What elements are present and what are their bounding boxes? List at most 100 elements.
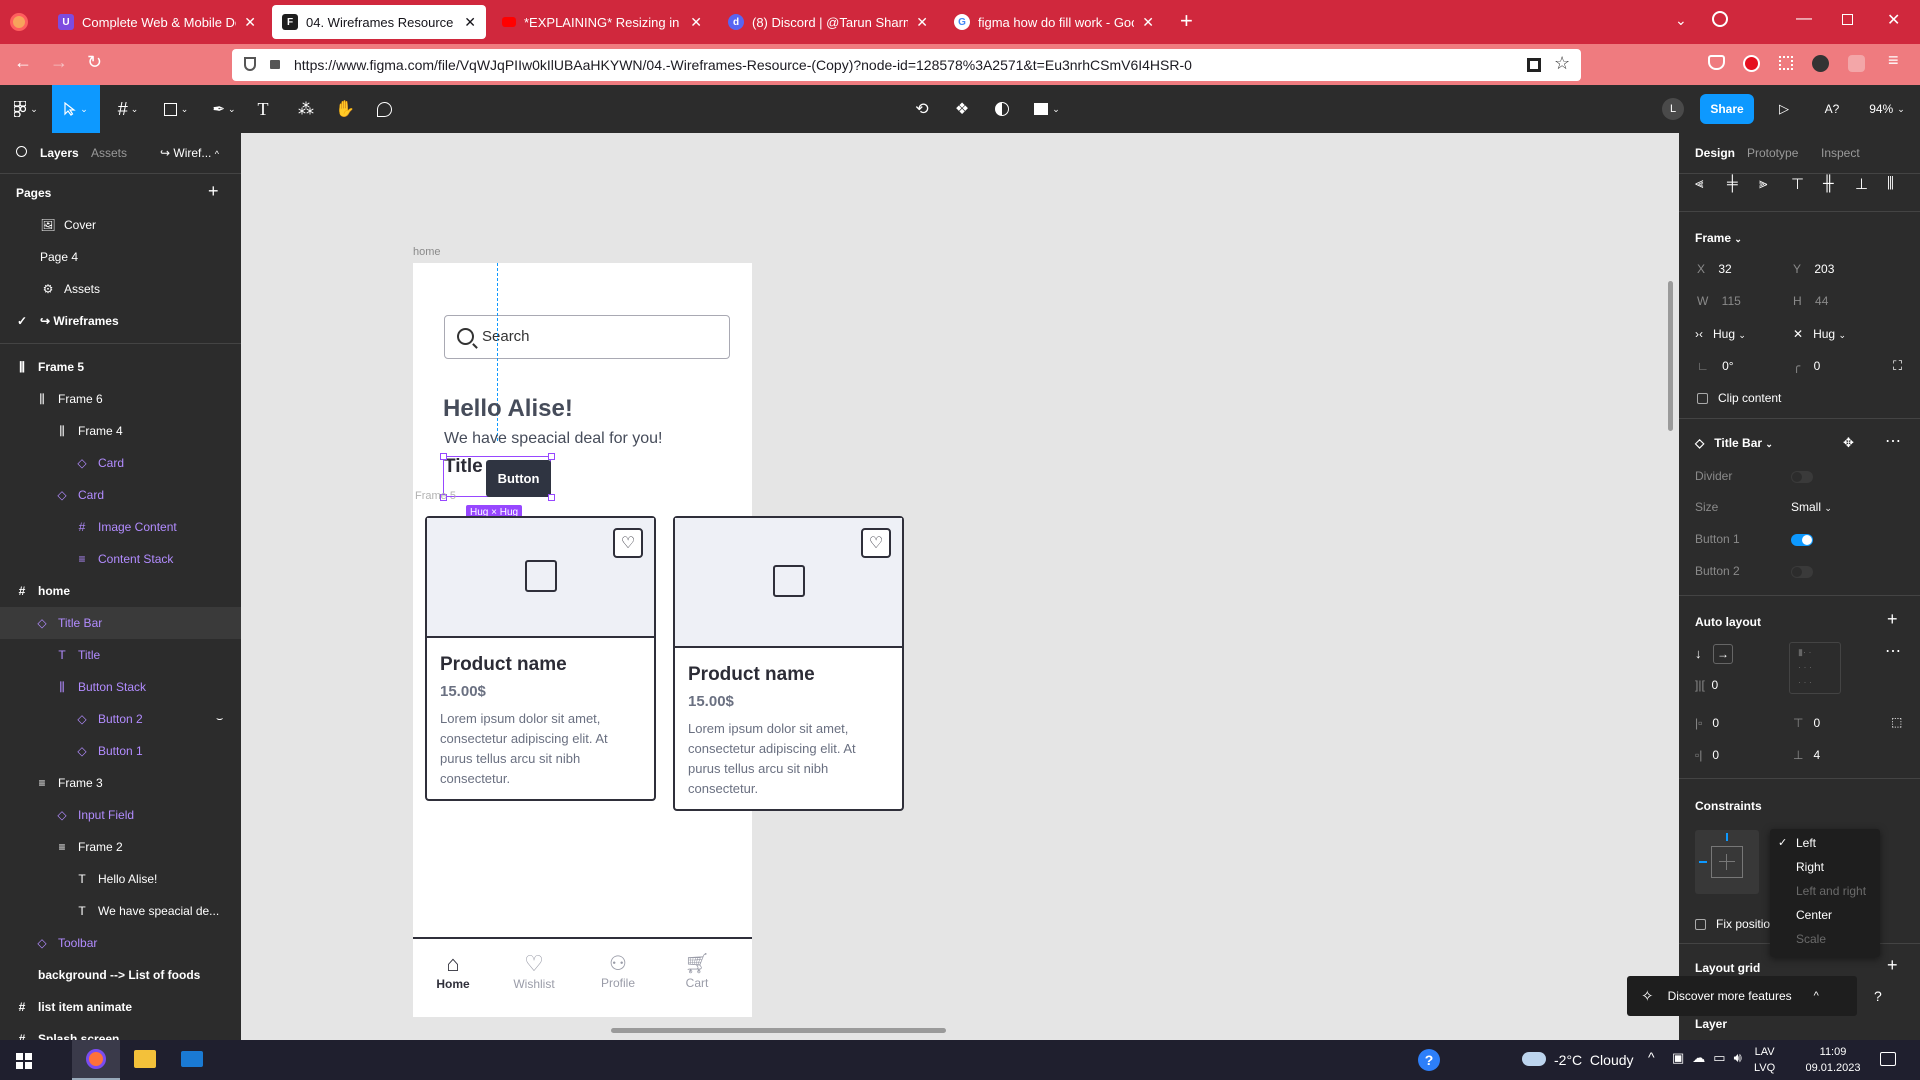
nav-wishlist[interactable]: ♡ Wishlist <box>509 951 559 991</box>
resize-handle[interactable] <box>548 494 555 501</box>
edit-component-icon[interactable]: ⟲ <box>910 85 934 133</box>
direction-vertical-icon[interactable]: ↓ <box>1695 646 1702 661</box>
help-app-icon[interactable]: ? <box>1418 1049 1440 1071</box>
layer-row[interactable]: T We have speacial de... <box>0 895 241 927</box>
close-tab-icon[interactable]: ✕ <box>916 14 928 31</box>
browser-tab[interactable]: d (8) Discord | @Tarun Sharma ✕ <box>718 5 938 39</box>
weather-text[interactable]: -2°C Cloudy <box>1554 1052 1634 1068</box>
close-tab-icon[interactable]: ✕ <box>244 14 256 31</box>
wishlist-heart-icon[interactable]: ♡ <box>613 528 643 558</box>
w-field[interactable]: W 115 <box>1697 294 1741 308</box>
help-button[interactable]: A? <box>1820 85 1844 133</box>
layer-row[interactable]: ◇ Button 2 ⌣ <box>0 703 241 735</box>
horizontal-resizing-select[interactable]: ›‹ Hug ⌄ <box>1695 327 1746 341</box>
clock[interactable]: 11:09 09.01.2023 <box>1798 1044 1868 1076</box>
layer-row[interactable]: # Splash screen <box>0 1023 241 1040</box>
zoom-menu[interactable]: 94% ⌄ <box>1862 85 1912 133</box>
padding-top-field[interactable]: ⊤ 0 <box>1793 716 1820 730</box>
timer-icon[interactable] <box>1712 11 1728 27</box>
component-name[interactable]: ◇ Title Bar ⌄ <box>1695 436 1773 450</box>
restore-button[interactable] <box>1842 14 1853 25</box>
help-icon[interactable]: ? <box>1874 988 1882 1004</box>
tray-chevron-icon[interactable]: ^ <box>1648 1049 1655 1065</box>
prop-button2-toggle[interactable] <box>1791 566 1813 578</box>
align-top-icon[interactable]: ⊤ <box>1791 175 1804 193</box>
align-h-center-icon[interactable]: ╪ <box>1727 175 1738 192</box>
layer-row[interactable]: ◇ Card <box>0 447 241 479</box>
layer-row[interactable]: ◇ Input Field <box>0 799 241 831</box>
padding-right-field[interactable]: ▫| 0 <box>1695 748 1719 762</box>
discover-features-banner[interactable]: ✧ Discover more features ^ <box>1627 976 1857 1016</box>
radius-field[interactable]: ╭ 0 <box>1793 359 1820 373</box>
layer-row[interactable]: ◇ Toolbar <box>0 927 241 959</box>
frame-label[interactable]: home <box>413 246 441 258</box>
minimize-button[interactable]: — <box>1796 10 1812 28</box>
layer-row[interactable]: ⫼ Frame 4 <box>0 415 241 447</box>
layer-row[interactable]: ◇ Title Bar <box>0 607 241 639</box>
padding-bottom-field[interactable]: ⊥ 4 <box>1793 748 1820 762</box>
add-auto-layout-icon[interactable]: + <box>1887 609 1898 630</box>
close-tab-icon[interactable]: ✕ <box>1142 14 1154 31</box>
comment-tool-icon[interactable] <box>373 85 395 133</box>
avatar[interactable]: L <box>1662 85 1684 133</box>
browser-tab-active[interactable]: F 04. Wireframes Resource (Copy) ✕ <box>272 5 486 39</box>
distribute-icon[interactable]: ⫼ <box>1887 175 1894 192</box>
tab-design[interactable]: Design <box>1695 146 1735 160</box>
constraint-option-center[interactable]: Center <box>1796 908 1832 922</box>
product-card[interactable]: ♡ Product name 15.00$ Lorem ipsum dolor … <box>673 516 904 811</box>
tab-prototype[interactable]: Prototype <box>1747 146 1798 160</box>
product-card[interactable]: ♡ Product name 15.00$ Lorem ipsum dolor … <box>425 516 656 801</box>
pen-tool-icon[interactable]: ✒ ⌄ <box>206 85 242 133</box>
pocket-icon[interactable] <box>1708 55 1725 70</box>
page-switcher[interactable]: ↪ Wiref... ^ <box>160 146 219 160</box>
layer-row[interactable]: ⫼ Button Stack <box>0 671 241 703</box>
shield-icon[interactable] <box>244 57 256 71</box>
lock-icon[interactable] <box>270 60 280 69</box>
vertical-scrollbar[interactable] <box>1668 281 1673 431</box>
constraints-widget[interactable] <box>1695 830 1759 894</box>
direction-horizontal-icon[interactable]: → <box>1713 644 1733 664</box>
present-play-icon[interactable]: ▷ <box>1774 85 1794 133</box>
tray-icons[interactable]: ▣☁▭🔊︎ <box>1672 1050 1750 1066</box>
add-page-icon[interactable]: + <box>208 181 219 202</box>
back-arrow-icon[interactable]: ← <box>14 52 32 73</box>
go-to-main-component-icon[interactable]: ✥ <box>1843 435 1854 451</box>
layer-row[interactable]: T Hello Alise! <box>0 863 241 895</box>
search-icon[interactable] <box>16 146 27 157</box>
weather-cloud-icon[interactable] <box>1522 1052 1546 1066</box>
mail-icon[interactable] <box>181 1051 203 1067</box>
tab-layers[interactable]: Layers <box>40 146 79 160</box>
list-tabs-icon[interactable]: ⌄ <box>1675 12 1687 29</box>
prop-size-select[interactable]: Small ⌄ <box>1791 500 1832 514</box>
page-item-page4[interactable]: Page 4 <box>0 241 241 273</box>
shape-tool-icon[interactable]: ⌄ <box>158 85 194 133</box>
page-item-cover[interactable]: 🖼 Cover <box>0 209 241 241</box>
more-layout-options-icon[interactable]: ⋯ <box>1885 641 1901 661</box>
layer-row[interactable]: # Image Content <box>0 511 241 543</box>
share-button[interactable]: Share <box>1700 94 1754 124</box>
figma-main-menu-icon[interactable]: ⌄ <box>8 85 44 133</box>
windows-start-icon[interactable] <box>16 1053 32 1069</box>
prop-button1-toggle[interactable] <box>1791 534 1813 546</box>
layer-row[interactable]: T Title <box>0 639 241 671</box>
new-tab-button[interactable]: + <box>1180 8 1193 34</box>
horizontal-scrollbar[interactable] <box>611 1028 946 1033</box>
resources-icon[interactable]: ⁂ <box>295 85 317 133</box>
constraint-option-left[interactable]: Left <box>1796 836 1816 850</box>
qr-code-icon[interactable] <box>1527 58 1541 72</box>
align-v-center-icon[interactable]: ╫ <box>1823 175 1834 192</box>
search-input[interactable]: Search <box>444 315 730 359</box>
tab-assets[interactable]: Assets <box>91 146 127 160</box>
close-tab-icon[interactable]: ✕ <box>464 14 476 31</box>
align-bottom-icon[interactable]: ⊥ <box>1855 175 1868 193</box>
wishlist-heart-icon[interactable]: ♡ <box>861 528 891 558</box>
chevron-up-icon[interactable]: ^ <box>1814 990 1819 1002</box>
firefox-menu-icon[interactable] <box>10 13 28 31</box>
h-field[interactable]: H 44 <box>1793 294 1828 308</box>
layer-row[interactable]: ⫼ Frame 5 <box>0 351 241 383</box>
x-field[interactable]: X 32 <box>1697 262 1732 276</box>
layer-row[interactable]: ⫼ Frame 6 <box>0 383 241 415</box>
contrast-icon[interactable] <box>990 85 1014 133</box>
close-tab-icon[interactable]: ✕ <box>690 14 702 31</box>
layer-row[interactable]: ≡ Content Stack <box>0 543 241 575</box>
